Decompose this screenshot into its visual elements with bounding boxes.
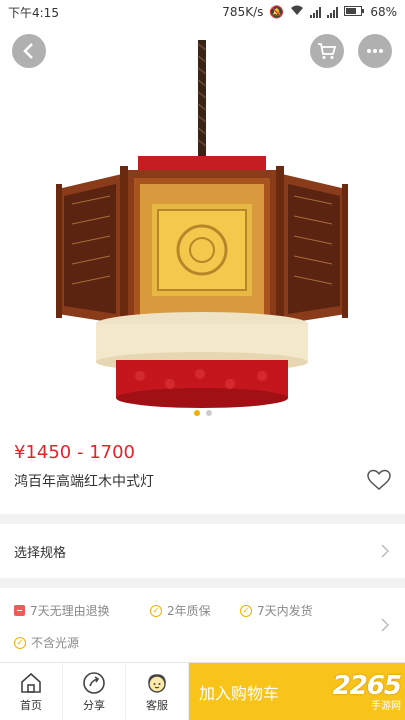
status-bar: 下午4:15 785K/s 🔕 68% — [0, 0, 405, 24]
tab-service-label: 客服 — [146, 699, 168, 712]
chevron-right-icon — [381, 618, 389, 632]
service-label: 7天无理由退换 — [30, 604, 110, 618]
service-guarantees[interactable]: 7天无理由退换 ✓ 2年质保 ✓ 7天内发货 ✓ 不含光源 — [0, 590, 405, 660]
gallery-dot[interactable] — [193, 410, 200, 416]
service-item: ✓ 2年质保 — [150, 602, 211, 619]
return-icon — [14, 605, 25, 616]
service-label: 7天内发货 — [257, 604, 313, 618]
more-icon — [367, 49, 383, 53]
cart-button[interactable] — [310, 34, 344, 68]
gallery-indicator — [0, 410, 405, 416]
more-button[interactable] — [358, 34, 392, 68]
back-icon — [23, 43, 33, 59]
add-to-cart-label: 加入购物车 — [199, 684, 280, 703]
cart-icon — [318, 43, 337, 59]
home-icon — [21, 672, 41, 693]
check-icon: ✓ — [240, 604, 252, 617]
site-watermark: 2265 手游网 — [296, 664, 405, 718]
tab-share-label: 分享 — [83, 699, 105, 712]
product-gallery[interactable] — [0, 24, 405, 424]
battery-level: 68% — [370, 5, 397, 19]
service-item: ✓ 7天内发货 — [240, 602, 313, 619]
select-spec-row[interactable]: 选择规格 — [0, 528, 405, 574]
battery-icon — [344, 5, 365, 19]
select-spec-label: 选择规格 — [14, 545, 67, 561]
signal-4g-icon — [310, 6, 322, 18]
tab-home[interactable]: 首页 — [0, 663, 63, 720]
status-speed: 785K/s — [222, 5, 264, 19]
product-detail-page: 下午4:15 785K/s 🔕 68% ¥1450 - 1700 鸿百年高端红木… — [0, 0, 405, 720]
service-label: 不含光源 — [31, 636, 80, 650]
chevron-right-icon — [381, 544, 389, 558]
mute-icon: 🔕 — [269, 5, 285, 19]
tab-service[interactable]: 客服 — [126, 663, 189, 720]
product-price: ¥1450 - 1700 — [14, 442, 136, 463]
section-divider — [0, 514, 405, 524]
service-item: 7天无理由退换 — [14, 602, 110, 619]
status-time: 下午4:15 — [8, 5, 59, 20]
product-info: ¥1450 - 1700 鸿百年高端红木中式灯 — [0, 436, 405, 508]
back-button[interactable] — [12, 34, 46, 68]
product-title: 鸿百年高端红木中式灯 — [14, 474, 154, 490]
service-item: ✓ 不含光源 — [14, 634, 79, 651]
section-divider — [0, 578, 405, 588]
gallery-dot[interactable] — [205, 410, 212, 416]
status-icons: 785K/s 🔕 68% — [222, 5, 397, 19]
service-label: 2年质保 — [167, 604, 211, 618]
signal-1x-icon — [327, 6, 339, 18]
service-icon — [148, 674, 166, 693]
tab-home-label: 首页 — [20, 699, 42, 712]
check-icon: ✓ — [150, 604, 162, 617]
heart-icon[interactable] — [367, 469, 391, 491]
wifi-icon — [290, 5, 304, 19]
tab-share[interactable]: 分享 — [63, 663, 126, 720]
product-image — [56, 40, 348, 408]
share-icon — [83, 672, 105, 694]
check-icon: ✓ — [14, 636, 26, 649]
watermark-subtitle: 手游网 — [371, 700, 401, 712]
